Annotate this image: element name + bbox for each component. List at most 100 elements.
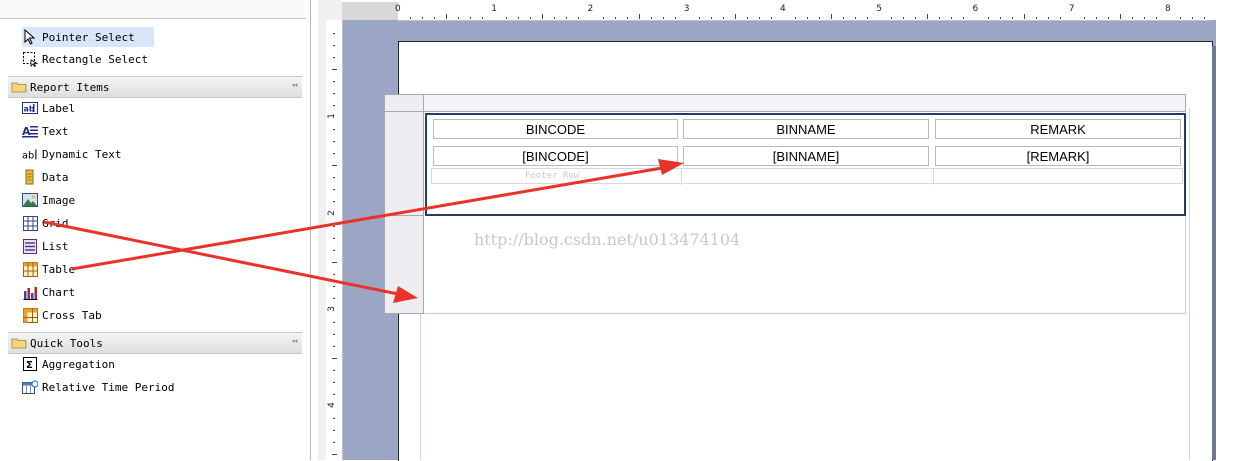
grid-row-handle[interactable] [384, 216, 424, 314]
ruler-tick [951, 17, 953, 19]
ruler-tick [333, 249, 335, 251]
ruler-tick [333, 418, 335, 420]
palette-item-aggregation[interactable]: Σ Aggregation [22, 354, 115, 374]
palette-item-text[interactable]: A Text [22, 121, 69, 141]
ruler-label: 0 [395, 4, 401, 14]
ruler-label: 3 [683, 4, 690, 14]
report-items-section-header[interactable]: Report Items ⇔ [8, 76, 302, 98]
ruler-tick [795, 17, 797, 19]
table-header-cell[interactable]: BINNAME [683, 119, 929, 139]
palette-item-relative-time-period-label: Relative Time Period [42, 380, 175, 394]
palette-item-image-label: Image [42, 193, 76, 207]
palette-item-grid[interactable]: Grid [22, 213, 69, 233]
table-header-cell[interactable]: REMARK [935, 119, 1181, 139]
collapse-icon[interactable]: ⇔ [292, 80, 298, 91]
ruler-tick [614, 17, 616, 19]
sigma-icon: Σ [22, 356, 38, 372]
table-footer-cell[interactable] [934, 169, 1184, 185]
ruler-tick [602, 17, 604, 19]
table-footer-row[interactable]: Footer Row [431, 168, 1184, 185]
grid-column-handle[interactable] [424, 94, 1186, 112]
ruler-tick [333, 129, 335, 131]
ruler-tick [333, 393, 335, 395]
palette-item-cross-tab-label: Cross Tab [42, 308, 102, 322]
palette-item-relative-time-period[interactable]: Relative Time Period [22, 377, 174, 397]
ruler-tick [963, 17, 965, 19]
table-header-cell[interactable]: BINCODE [433, 119, 678, 139]
grid-row-handle[interactable] [384, 112, 424, 216]
ruler-tick [333, 45, 335, 47]
rectangle-select-tool[interactable]: Rectangle Select [22, 49, 148, 69]
ruler-tick [446, 14, 448, 19]
ruler-tick [530, 17, 532, 19]
ruler-label: 8 [1165, 4, 1171, 14]
ruler-tick [333, 345, 335, 347]
ruler-tick [1192, 17, 1194, 19]
table-footer-cell[interactable] [682, 169, 934, 185]
ruler-label: 7 [1068, 4, 1075, 14]
page-shadow [1212, 46, 1216, 460]
palette-item-data[interactable]: Data [22, 167, 69, 187]
palette-item-aggregation-label: Aggregation [42, 357, 115, 371]
palette-item-table[interactable]: Table [22, 259, 75, 279]
palette-item-cross-tab[interactable]: Cross Tab [22, 305, 102, 325]
ruler-tick [867, 17, 869, 19]
table-detail-cell[interactable]: [BINCODE] [433, 146, 678, 166]
ruler-tick [1143, 17, 1145, 19]
svg-text:Σ: Σ [26, 360, 33, 371]
ruler-tick [903, 17, 905, 19]
ruler-tick [331, 357, 337, 359]
ruler-corner [342, 2, 398, 20]
ruler-tick [855, 17, 857, 19]
ruler-tick [333, 321, 335, 323]
ruler-tick [939, 17, 941, 19]
palette-item-image[interactable]: Image [22, 190, 75, 210]
table-detail-cell[interactable]: [REMARK] [935, 146, 1181, 166]
ruler-label: 2 [587, 4, 594, 14]
table-element[interactable]: BINCODE BINNAME REMARK [BINCODE] [BINNAM… [425, 113, 1186, 216]
ruler-tick [1011, 17, 1013, 19]
ruler-label: 2 [326, 209, 337, 216]
ruler-tick [333, 430, 335, 432]
ruler-tick [662, 17, 664, 19]
quick-tools-title: Quick Tools [30, 336, 103, 350]
ruler-tick [566, 17, 568, 19]
svg-text:ab: ab [22, 150, 34, 161]
ruler-tick [722, 17, 724, 19]
palette-item-label[interactable]: ab Label [22, 98, 75, 118]
rectangle-select-label: Rectangle Select [42, 52, 148, 66]
collapse-icon[interactable]: ⇔ [292, 336, 298, 347]
ruler-tick [758, 17, 760, 19]
grid-corner-handle[interactable] [384, 94, 424, 112]
table-detail-cell[interactable]: [BINNAME] [683, 146, 929, 166]
pointer-select-tool[interactable]: Pointer Select [22, 27, 154, 47]
ruler-tick [891, 17, 893, 19]
palette-item-data-label: Data [42, 170, 69, 184]
ruler-label: 5 [876, 4, 882, 14]
ruler-tick [554, 17, 556, 19]
quick-tools-section-header[interactable]: Quick Tools ⇔ [8, 332, 302, 354]
pointer-icon [22, 29, 38, 45]
palette-item-table-label: Table [42, 262, 76, 276]
ruler-tick [458, 17, 460, 19]
chart-icon [22, 284, 38, 300]
horizontal-ruler: 0 1 2 3 4 5 6 7 8 [395, 2, 1210, 21]
ruler-tick [734, 14, 736, 19]
palette-item-label-text: Label [42, 101, 76, 115]
palette-item-dynamic-text-label: Dynamic Text [42, 147, 122, 161]
palette-item-chart[interactable]: Chart [22, 282, 75, 302]
palette-item-list[interactable]: List [22, 236, 69, 256]
ruler-tick [333, 33, 335, 35]
palette-item-dynamic-text[interactable]: ab Dynamic Text [22, 144, 121, 164]
ruler-tick [698, 17, 700, 19]
palette-panel: Pointer Select Rectangle Select Report I… [0, 0, 311, 460]
footer-row-label: Footer Row [525, 171, 580, 181]
ruler-tick [333, 237, 335, 239]
ruler-tick [1035, 17, 1037, 19]
ruler-tick [434, 17, 436, 19]
ruler-tick [674, 17, 676, 19]
label-icon: ab [22, 100, 38, 116]
ruler-tick [987, 17, 989, 19]
ruler-tick [470, 17, 472, 19]
table-footer-cell[interactable]: Footer Row [432, 169, 682, 185]
